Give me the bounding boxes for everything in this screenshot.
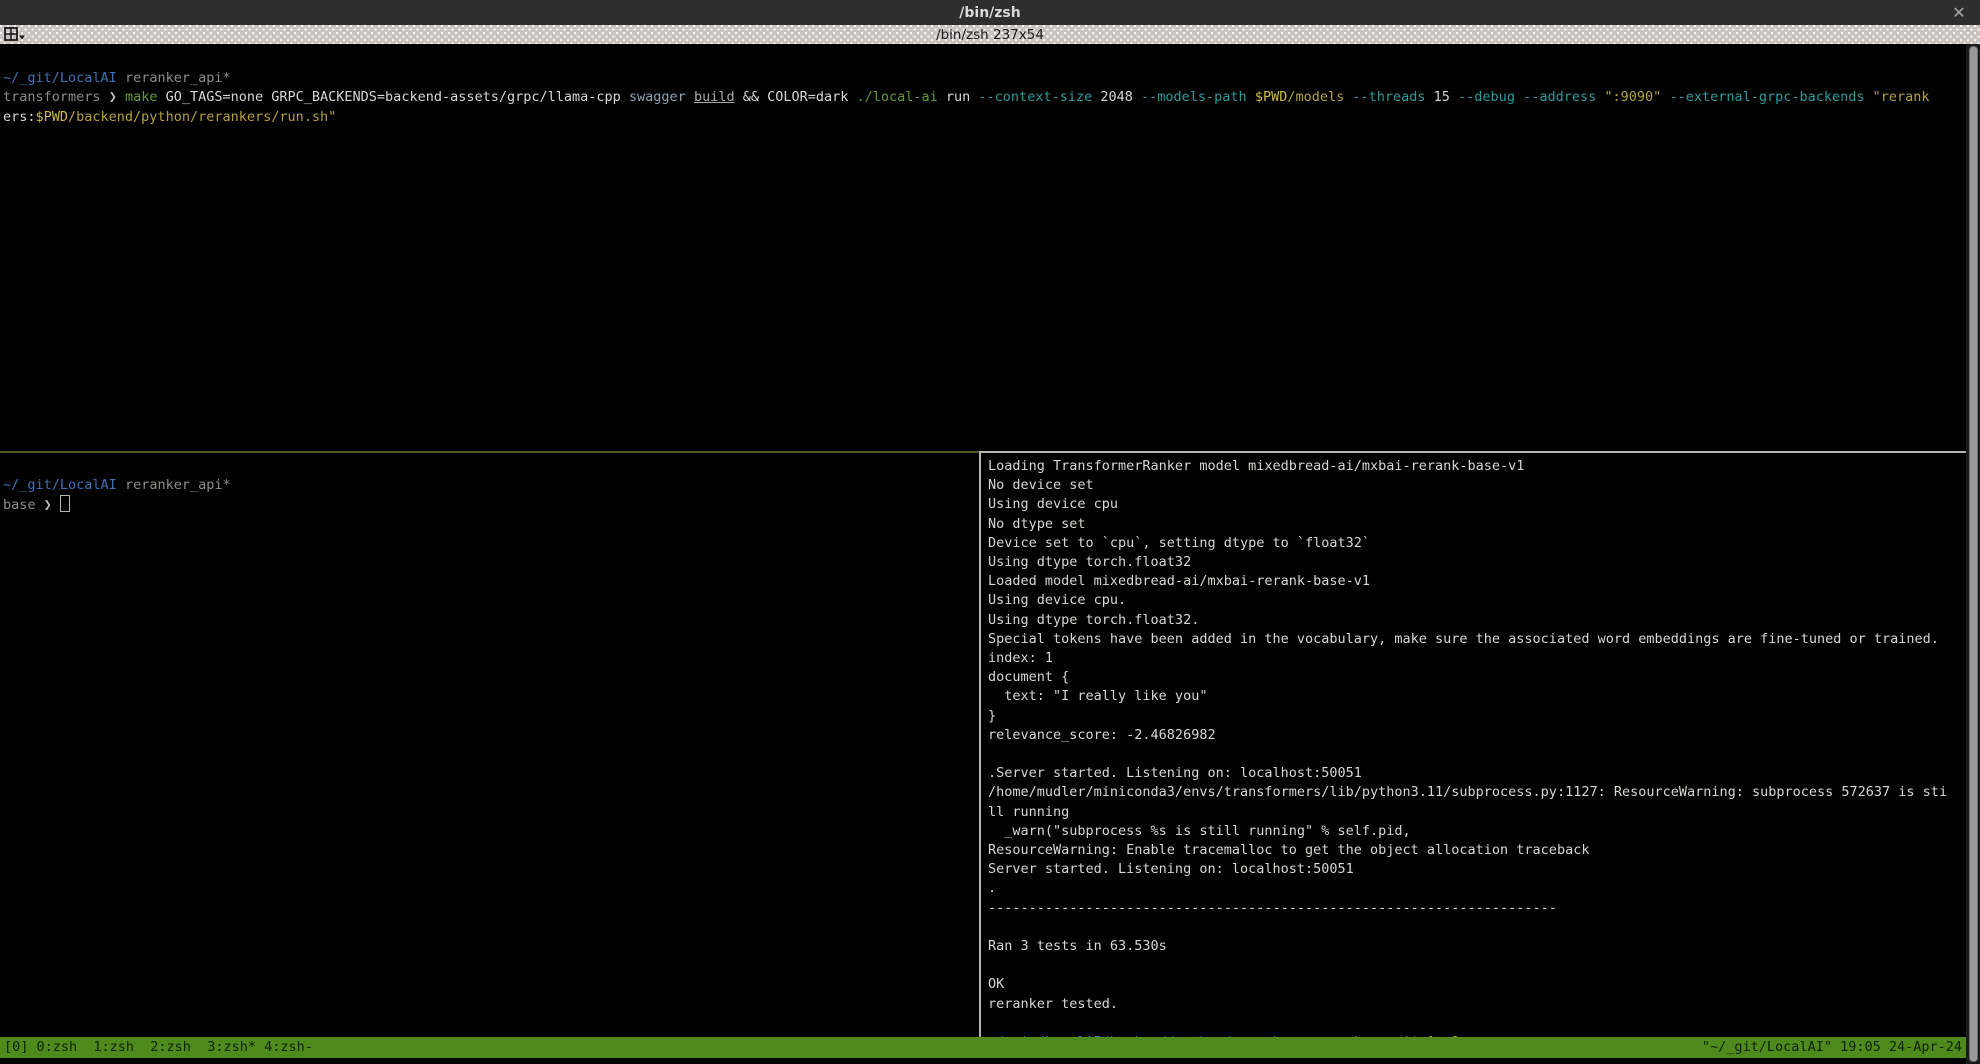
text-segment: ./local-ai <box>857 89 938 105</box>
text-segment: --debug <box>1458 89 1515 105</box>
text-segment: 15 <box>1426 89 1459 105</box>
terminal-line: Ran 3 tests in 63.530s <box>988 937 1966 956</box>
text-segment: reranker_api* <box>125 477 231 493</box>
tmux-pane-top[interactable]: ~/_git/LocalAI reranker_api*transformers… <box>0 44 1966 451</box>
terminal-line: ResourceWarning: Enable tracemalloc to g… <box>988 841 1966 860</box>
bottom-panes: ~/_git/LocalAI reranker_api*base ❯ Loadi… <box>0 453 1966 1037</box>
terminal-line: Loading TransformerRanker model mixedbre… <box>988 457 1966 476</box>
terminal-line <box>988 745 1966 764</box>
tmux-status-right: "~/_git/LocalAI" 19:05 24-Apr-24 <box>1702 1038 1962 1057</box>
terminal-line: Loaded model mixedbread-ai/mxbai-rerank-… <box>988 572 1966 591</box>
text-segment: transformers <box>3 89 101 105</box>
scrollbar-track[interactable] <box>1966 44 1980 1064</box>
terminal-line: Special tokens have been added in the vo… <box>988 630 1966 649</box>
text-segment: /models <box>1287 89 1344 105</box>
terminal-line: relevance_score: -2.46826982 <box>988 726 1966 745</box>
text-segment <box>36 497 44 513</box>
terminal-line <box>988 1014 1966 1033</box>
terminal-line: .Server started. Listening on: localhost… <box>988 764 1966 783</box>
terminal-line: ers:$PWD/backend/python/rerankers/run.sh… <box>3 108 1966 127</box>
text-segment <box>117 477 125 493</box>
text-segment: /backend/python/rerankers/run.sh" <box>68 109 336 125</box>
terminal-area: ~/_git/LocalAI reranker_api*transformers… <box>0 44 1966 1064</box>
terminal-line <box>988 956 1966 975</box>
terminal-line: OK <box>988 975 1966 994</box>
terminal-line: transformers ❯ make GO_TAGS=none GRPC_BA… <box>3 88 1966 107</box>
terminal-line: Server started. Listening on: localhost:… <box>988 860 1966 879</box>
text-segment: ~/_git/LocalAI <box>3 70 117 86</box>
tmux-window-list[interactable]: [0] 0:zsh 1:zsh 2:zsh 3:zsh* 4:zsh- <box>4 1038 313 1057</box>
text-segment <box>52 497 60 513</box>
text-segment: "rerank <box>1873 89 1930 105</box>
pane-title-label: /bin/zsh 237x54 <box>936 27 1044 43</box>
text-segment <box>117 89 125 105</box>
terminal-line: index: 1 <box>988 649 1966 668</box>
text-segment: ❯ <box>44 497 52 513</box>
text-segment: ":9090" <box>1604 89 1661 105</box>
terminal-line <box>3 50 1966 69</box>
text-segment: --models-path <box>1141 89 1247 105</box>
text-segment: && COLOR=dark <box>735 89 857 105</box>
terminal-line: . <box>988 879 1966 898</box>
tmux-pane-bottom-left[interactable]: ~/_git/LocalAI reranker_api*base ❯ <box>0 453 979 1037</box>
window-title: /bin/zsh <box>959 5 1020 21</box>
text-segment: make <box>125 89 158 105</box>
terminal-line: document { <box>988 668 1966 687</box>
terminal-line: } <box>988 707 1966 726</box>
terminal-line <box>988 918 1966 937</box>
terminal-line: Device set to `cpu`, setting dtype to `f… <box>988 534 1966 553</box>
terminal-line: ~/_git/LocalAI reranker_api* <box>3 476 979 495</box>
text-segment <box>1247 89 1255 105</box>
terminal-line: reranker tested. <box>988 995 1966 1014</box>
terminal-line: text: "I really like you" <box>988 687 1966 706</box>
terminal-line: Using dtype torch.float32. <box>988 611 1966 630</box>
terminal-line: No device set <box>988 476 1966 495</box>
text-segment <box>101 89 109 105</box>
terminal-line: ~/_git/LocalAI reranker_api* <box>3 69 1966 88</box>
scrollbar-thumb[interactable] <box>1969 46 1978 1062</box>
text-segment: base <box>3 497 36 513</box>
text-segment <box>686 89 694 105</box>
window-titlebar: /bin/zsh ✕ <box>0 0 1980 25</box>
terminal-line: ----------------------------------------… <box>988 899 1966 918</box>
text-segment: ers: <box>3 109 36 125</box>
terminal-line: /home/mudler/miniconda3/envs/transformer… <box>988 783 1966 802</box>
text-segment: swagger <box>629 89 686 105</box>
terminal-line: Using device cpu <box>988 495 1966 514</box>
text-segment <box>1515 89 1523 105</box>
tmux-status-bar: [0] 0:zsh 1:zsh 2:zsh 3:zsh* 4:zsh- "~/_… <box>0 1037 1966 1058</box>
terminal-pane-titlebar[interactable]: /bin/zsh 237x54 <box>0 25 1980 44</box>
terminal-line: No dtype set <box>988 515 1966 534</box>
text-segment: GO_TAGS=none GRPC_BACKENDS=backend-asset… <box>157 89 628 105</box>
terminal-line: Using device cpu. <box>988 591 1966 610</box>
text-segment: $PWD <box>36 109 69 125</box>
text-cursor <box>60 495 70 512</box>
terminal-line: base ❯ <box>3 495 979 515</box>
text-segment <box>117 70 125 86</box>
text-segment: reranker_api* <box>125 70 231 86</box>
tmux-pane-bottom-right[interactable]: Loading TransformerRanker model mixedbre… <box>981 453 1966 1037</box>
text-segment: $PWD <box>1255 89 1288 105</box>
text-segment: --context-size <box>978 89 1092 105</box>
terminal-line: _warn("subprocess %s is still running" %… <box>988 822 1966 841</box>
terminal-line: Using dtype torch.float32 <box>988 553 1966 572</box>
text-segment: --external-grpc-backends <box>1669 89 1864 105</box>
close-icon[interactable]: ✕ <box>1948 1 1970 23</box>
terminal-line <box>3 457 979 476</box>
text-segment: --threads <box>1352 89 1425 105</box>
terminal-line: ll running <box>988 803 1966 822</box>
text-segment: --address <box>1523 89 1596 105</box>
text-segment <box>1865 89 1873 105</box>
text-segment: run <box>938 89 979 105</box>
text-segment: build <box>694 89 735 105</box>
text-segment: ~/_git/LocalAI <box>3 477 117 493</box>
text-segment: 2048 <box>1092 89 1141 105</box>
text-segment: ❯ <box>109 89 117 105</box>
pane-group-icon[interactable] <box>4 27 28 42</box>
